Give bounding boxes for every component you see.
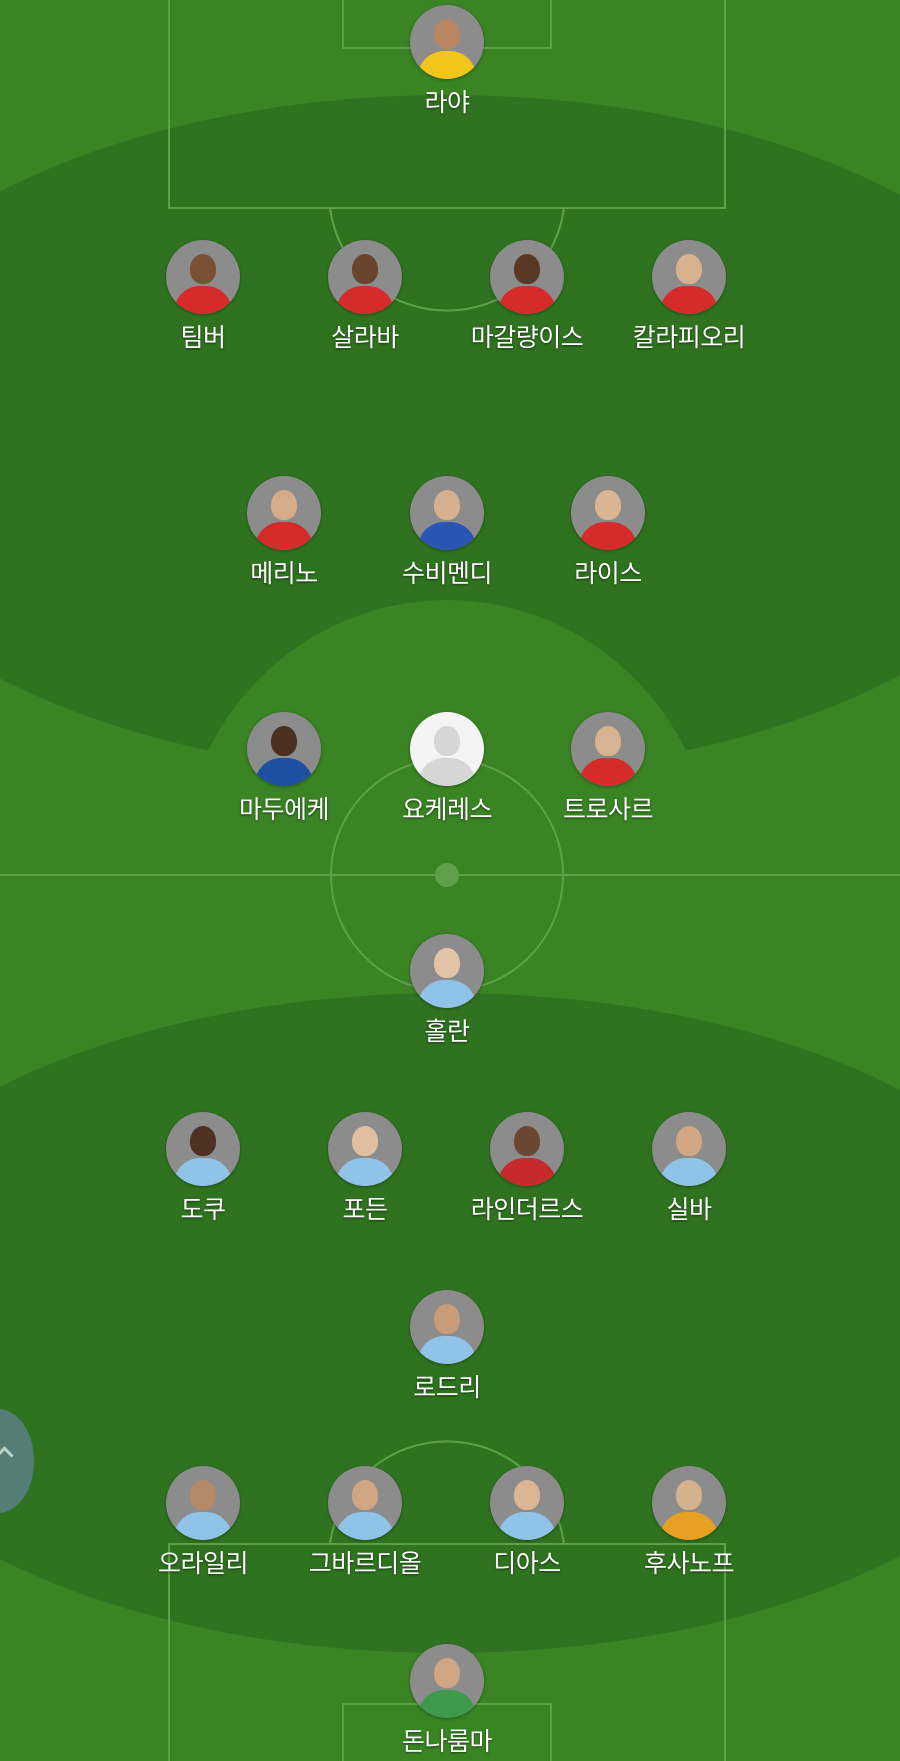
- player-name: 돈나룸마: [401, 1727, 493, 1756]
- player-photo: [410, 1290, 484, 1364]
- player-bottom-def-3[interactable]: 디아스: [447, 1466, 607, 1580]
- player-name: 포든: [342, 1195, 388, 1224]
- player-top-mid-2[interactable]: 수비멘디: [367, 476, 527, 590]
- player-name: 후사노프: [643, 1549, 735, 1578]
- player-top-def-4[interactable]: 칼라피오리: [609, 240, 769, 354]
- player-photo: [247, 712, 321, 786]
- player-top-gk[interactable]: 라야: [367, 5, 527, 119]
- player-photo: [410, 934, 484, 1008]
- player-top-fwd-1[interactable]: 마두에케: [204, 712, 364, 826]
- center-spot: [435, 863, 459, 887]
- player-bottom-am-2[interactable]: 포든: [285, 1112, 445, 1226]
- chevron-up-icon: [0, 1446, 14, 1465]
- player-top-mid-3[interactable]: 라이스: [528, 476, 688, 590]
- player-bottom-am-3[interactable]: 라인더르스: [447, 1112, 607, 1226]
- player-top-def-3[interactable]: 마갈량이스: [447, 240, 607, 354]
- player-name: 라야: [424, 88, 470, 117]
- player-photo: [490, 240, 564, 314]
- player-bottom-def-1[interactable]: 오라일리: [123, 1466, 283, 1580]
- player-name: 디아스: [493, 1549, 561, 1578]
- player-bottom-st[interactable]: 홀란: [367, 934, 527, 1048]
- player-photo: [328, 1112, 402, 1186]
- player-bottom-dm[interactable]: 로드리: [367, 1290, 527, 1404]
- player-name: 칼라피오리: [632, 323, 746, 352]
- football-pitch: 라야 팀버 살라바 마갈량이스 칼라피오리 메리노 수비멘디 라이스 마두에케 …: [0, 0, 900, 1761]
- player-photo: [247, 476, 321, 550]
- player-name: 오라일리: [157, 1549, 249, 1578]
- default-avatar-icon: [410, 712, 484, 786]
- player-bottom-def-4[interactable]: 후사노프: [609, 1466, 769, 1580]
- player-photo: [410, 5, 484, 79]
- player-photo: [490, 1466, 564, 1540]
- player-photo: [166, 1112, 240, 1186]
- player-name: 마두에케: [238, 795, 330, 824]
- player-name: 로드리: [413, 1373, 481, 1402]
- player-bottom-def-2[interactable]: 그바르디올: [285, 1466, 445, 1580]
- player-name: 수비멘디: [401, 559, 493, 588]
- player-name: 트로사르: [562, 795, 654, 824]
- player-name: 요케레스: [401, 795, 493, 824]
- player-name: 그바르디올: [308, 1549, 422, 1578]
- player-bottom-gk[interactable]: 돈나룸마: [367, 1644, 527, 1758]
- player-name: 실바: [666, 1195, 712, 1224]
- player-photo: [166, 240, 240, 314]
- player-name: 팀버: [180, 323, 226, 352]
- player-bottom-am-4[interactable]: 실바: [609, 1112, 769, 1226]
- player-name: 홀란: [424, 1017, 470, 1046]
- player-name: 라이스: [574, 559, 642, 588]
- player-photo: [571, 476, 645, 550]
- player-photo: [652, 240, 726, 314]
- player-name: 도쿠: [180, 1195, 226, 1224]
- player-top-fwd-2[interactable]: 요케레스: [367, 712, 527, 826]
- player-name: 라인더르스: [470, 1195, 584, 1224]
- player-photo: [166, 1466, 240, 1540]
- player-photo: [328, 1466, 402, 1540]
- player-photo: [490, 1112, 564, 1186]
- player-photo: [571, 712, 645, 786]
- player-top-def-2[interactable]: 살라바: [285, 240, 445, 354]
- player-name: 메리노: [250, 559, 318, 588]
- player-photo: [652, 1112, 726, 1186]
- player-bottom-am-1[interactable]: 도쿠: [123, 1112, 283, 1226]
- player-top-fwd-3[interactable]: 트로사르: [528, 712, 688, 826]
- player-photo: [328, 240, 402, 314]
- player-photo: [410, 1644, 484, 1718]
- player-top-mid-1[interactable]: 메리노: [204, 476, 364, 590]
- player-top-def-1[interactable]: 팀버: [123, 240, 283, 354]
- player-photo: [652, 1466, 726, 1540]
- player-name: 살라바: [331, 323, 399, 352]
- player-name: 마갈량이스: [470, 323, 584, 352]
- player-photo: [410, 476, 484, 550]
